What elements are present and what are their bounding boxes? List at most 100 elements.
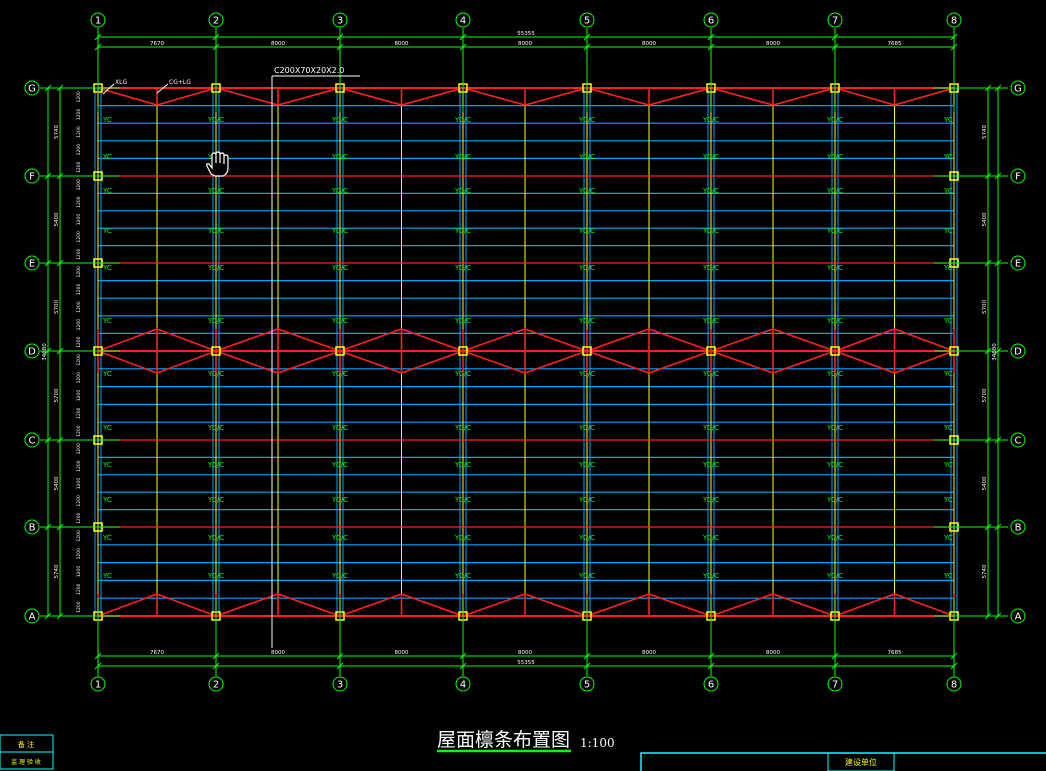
brace-label: YC/C: [702, 461, 719, 469]
bay-dimension: 8000: [518, 650, 532, 656]
span-dimension: 5700: [54, 300, 60, 314]
grid-bubble-label: 2: [213, 680, 219, 691]
bay-dimension: 8000: [766, 650, 780, 656]
brace-label: YC/C: [826, 534, 843, 542]
brace-label: YC/C: [454, 534, 471, 542]
grid-bubble-label: F: [29, 172, 35, 183]
bay-dimension: 8000: [642, 650, 656, 656]
purlin-spacing-label: 1200: [76, 91, 82, 103]
brace-label: YC/C: [702, 496, 719, 504]
brace-zigzag: [97, 350, 955, 374]
purlin-spacing-label: 1200: [76, 354, 82, 366]
brace-label: YC/C: [702, 572, 719, 580]
span-dimension: 5740: [54, 125, 60, 139]
purlin-spacing-label: 1200: [76, 144, 82, 156]
brace-label: YC: [102, 496, 112, 504]
brace-zigzag: [97, 328, 955, 352]
brace-label: YC/C: [454, 264, 471, 272]
brace-label: YC/C: [578, 227, 595, 235]
brace-label: YC/C: [578, 187, 595, 195]
purlin-spacing-label: 1200: [76, 601, 82, 613]
brace-label: YC/C: [578, 534, 595, 542]
brace-label: YC/C: [578, 370, 595, 378]
brace-label: YC: [102, 424, 112, 432]
brace-label: YC: [102, 116, 112, 124]
grid-bubble-label: F: [1015, 172, 1021, 183]
total-span-dimension: 34680: [992, 343, 998, 361]
grid-bubble-label: D: [28, 347, 36, 358]
purlin-spacing-label: 1200: [76, 566, 82, 578]
span-dimension: 5700: [982, 388, 988, 402]
grid-bubble-label: 7: [832, 680, 838, 691]
purlin-spacing-label: 1200: [76, 248, 82, 260]
purlin-spacing-label: 1200: [76, 443, 82, 455]
supervision-label: 监 理 验 收: [11, 758, 41, 766]
brace-label: YC/C: [454, 424, 471, 432]
brace-label: YC: [943, 187, 953, 195]
brace-label: YC/C: [331, 317, 348, 325]
brace-label: YC: [943, 227, 953, 235]
brace-label: YC/C: [207, 116, 224, 124]
grid-bubble-label: C: [29, 436, 36, 447]
brace-label: YC/C: [826, 461, 843, 469]
bay-dimension: 8000: [518, 41, 532, 47]
purlin-spacing-label: 1200: [76, 179, 82, 191]
brace-zigzag: [97, 87, 955, 106]
brace-label: YC/C: [826, 264, 843, 272]
bay-dimension: 7670: [150, 41, 164, 47]
brace-label: YC/C: [454, 496, 471, 504]
brace-zigzag: [97, 593, 955, 617]
bay-dimension: 8000: [271, 650, 285, 656]
brace-label: YC/C: [331, 264, 348, 272]
bay-dimension: 8000: [395, 41, 409, 47]
brace-label: YC: [102, 534, 112, 542]
brace-label: YC/C: [207, 227, 224, 235]
brace-label: YC/C: [578, 116, 595, 124]
brace-label: YC/C: [454, 461, 471, 469]
purlin-spacing-label: 1200: [76, 478, 82, 490]
brace-label: YC/C: [207, 370, 224, 378]
brace-label: YC/C: [207, 496, 224, 504]
span-dimension: 5400: [982, 212, 988, 226]
brace-label: YC: [943, 496, 953, 504]
brace-label: YC/C: [826, 153, 843, 161]
brace-label: YC/C: [578, 153, 595, 161]
brace-label: YC/C: [702, 187, 719, 195]
brace-label: YC/C: [454, 187, 471, 195]
span-dimension: 5740: [982, 564, 988, 578]
grid-bubble-label: 4: [460, 16, 466, 27]
grid-bubble-label: A: [1015, 612, 1022, 623]
grid-bubble-label: E: [1015, 259, 1021, 270]
brace-label: YC/C: [578, 317, 595, 325]
bay-dimension: 7670: [150, 650, 164, 656]
brace-label: YC/C: [454, 317, 471, 325]
brace-label: YC/C: [578, 572, 595, 580]
brace-label: YC/C: [578, 496, 595, 504]
purlin-spacing-label: 1200: [76, 390, 82, 402]
purlin-spacing-label: 1200: [76, 336, 82, 348]
grid-bubble-label: B: [29, 523, 36, 534]
brace-label: YC: [102, 227, 112, 235]
purlin-spacing-label: 1200: [76, 495, 82, 507]
brace-label: YC/C: [702, 424, 719, 432]
xlg-callout: XLG: [115, 79, 127, 86]
brace-label: YC/C: [702, 264, 719, 272]
purlin-spacing-label: 1200: [76, 512, 82, 524]
purlin-spacing-label: 1200: [76, 109, 82, 121]
brace-label: YC: [102, 264, 112, 272]
span-dimension: 5400: [982, 476, 988, 490]
brace-label: YC/C: [454, 370, 471, 378]
brace-label: YC/C: [702, 534, 719, 542]
drawing-title: 屋面檩条布置图: [437, 729, 570, 751]
brace-label: YC/C: [826, 496, 843, 504]
purlin-spacing-label: 1200: [76, 372, 82, 384]
brace-label: YC/C: [702, 116, 719, 124]
brace-label: YC: [102, 370, 112, 378]
brace-label: YC: [102, 572, 112, 580]
purlin-spacing-label: 1200: [76, 301, 82, 313]
brace-label: YC: [943, 572, 953, 580]
purlin-spacing-label: 1200: [76, 407, 82, 419]
drawing-scale: 1:100: [580, 736, 615, 750]
total-span-dimension: 34680: [42, 343, 48, 361]
purlin-spacing-label: 1200: [76, 460, 82, 472]
